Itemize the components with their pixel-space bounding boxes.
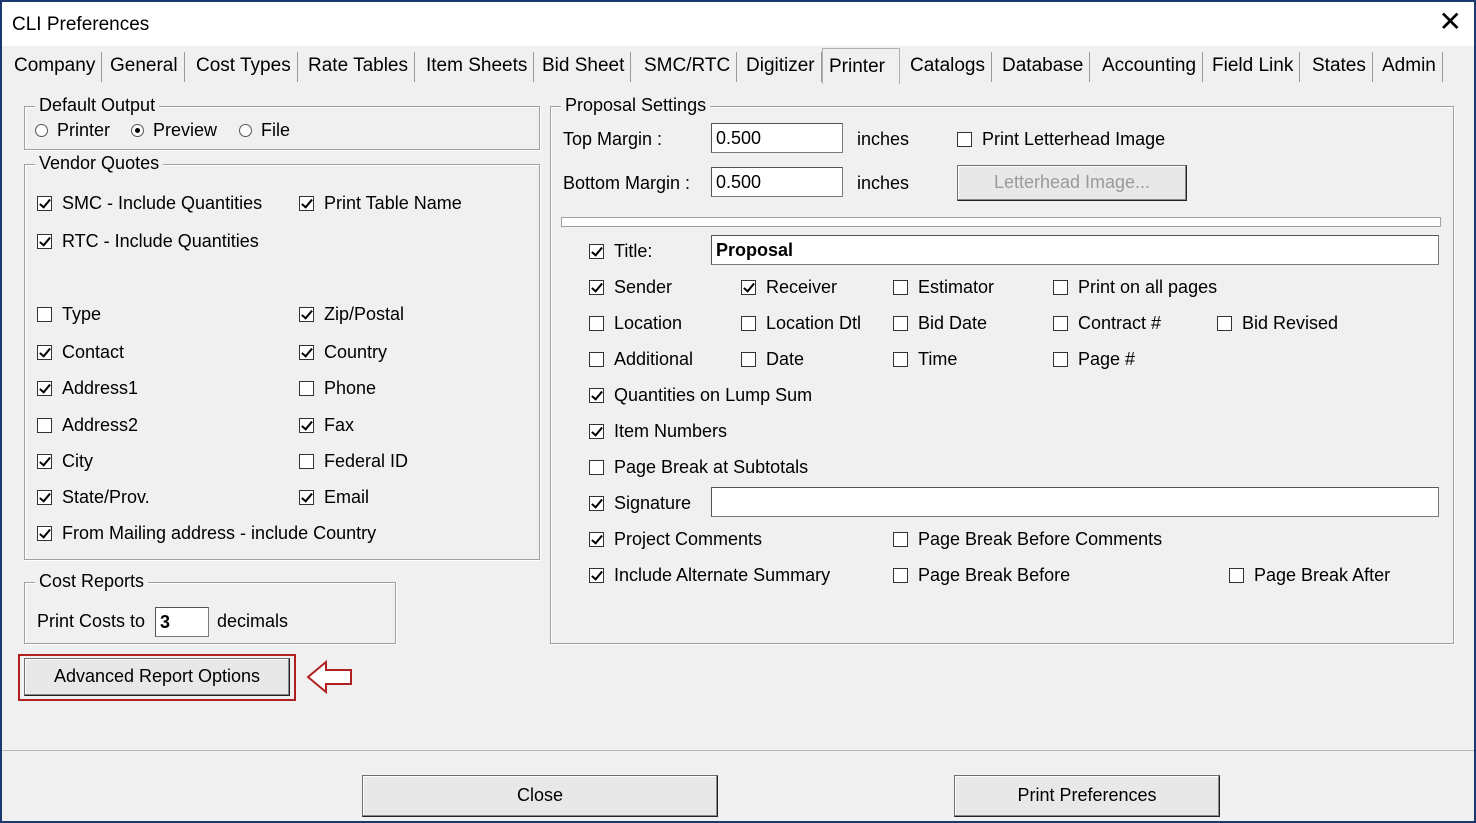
- letterhead-image-button[interactable]: Letterhead Image...: [957, 165, 1187, 201]
- tab-accounting[interactable]: Accounting: [1096, 52, 1204, 82]
- email-checkbox[interactable]: Email: [299, 486, 369, 508]
- tab-cost-types[interactable]: Cost Types: [190, 52, 298, 82]
- state-prov-checkbox[interactable]: State/Prov.: [37, 486, 150, 508]
- tab-bid-sheet[interactable]: Bid Sheet: [536, 52, 632, 82]
- bottom-margin-input[interactable]: 0.500: [711, 167, 843, 197]
- country-checkbox[interactable]: Country: [299, 341, 387, 363]
- tab-company[interactable]: Company: [8, 52, 103, 82]
- radio-printer[interactable]: Printer: [35, 119, 110, 141]
- sender-checkbox[interactable]: Sender: [589, 276, 672, 298]
- bid-date-checkbox[interactable]: Bid Date: [893, 312, 987, 334]
- tab-database[interactable]: Database: [996, 52, 1091, 82]
- cost-reports-legend: Cost Reports: [35, 571, 149, 592]
- radio-file-dot: [239, 124, 252, 137]
- address1-checkbox[interactable]: Address1: [37, 377, 138, 399]
- page-break-before-checkbox[interactable]: Page Break Before: [893, 564, 1070, 586]
- additional-checkbox[interactable]: Additional: [589, 348, 693, 370]
- print-on-all-pages-checkbox[interactable]: Print on all pages: [1053, 276, 1217, 298]
- tab-rate-tables[interactable]: Rate Tables: [302, 52, 415, 82]
- bottom-margin-unit: inches: [857, 173, 910, 193]
- print-costs-label: Print Costs to: [37, 611, 146, 631]
- decimals-input[interactable]: 3: [155, 607, 209, 637]
- receiver-checkbox[interactable]: Receiver: [741, 276, 837, 298]
- decimals-label: decimals: [217, 611, 289, 631]
- separator: [561, 217, 1441, 227]
- top-margin-unit: inches: [857, 129, 910, 149]
- date-checkbox[interactable]: Date: [741, 348, 804, 370]
- top-margin-label: Top Margin :: [563, 129, 663, 149]
- proposal-settings-group: Proposal Settings Top Margin : 0.500 inc…: [550, 95, 1454, 644]
- address2-checkbox[interactable]: Address2: [37, 414, 138, 436]
- project-comments-checkbox[interactable]: Project Comments: [589, 528, 762, 550]
- tab-smc-rtc[interactable]: SMC/RTC: [638, 52, 738, 82]
- top-margin-input[interactable]: 0.500: [711, 123, 843, 153]
- federal-id-checkbox[interactable]: Federal ID: [299, 450, 408, 472]
- vendor-quotes-group: Vendor Quotes SMC - Include Quantities P…: [24, 153, 540, 560]
- default-output-legend: Default Output: [35, 95, 160, 116]
- arrow-left-icon: [306, 659, 352, 695]
- tab-strip: Company General Cost Types Rate Tables I…: [2, 48, 1474, 84]
- title-checkbox[interactable]: Title:: [589, 240, 652, 262]
- default-output-group: Default Output Printer Preview File: [24, 95, 540, 150]
- radio-file[interactable]: File: [239, 119, 290, 141]
- contact-checkbox[interactable]: Contact: [37, 341, 124, 363]
- rtc-include-quantities-checkbox[interactable]: RTC - Include Quantities: [37, 230, 259, 252]
- tab-states[interactable]: States: [1306, 52, 1373, 82]
- phone-checkbox[interactable]: Phone: [299, 377, 376, 399]
- proposal-settings-legend: Proposal Settings: [561, 95, 711, 116]
- signature-checkbox[interactable]: Signature: [589, 492, 691, 514]
- time-checkbox[interactable]: Time: [893, 348, 957, 370]
- include-alternate-summary-checkbox[interactable]: Include Alternate Summary: [589, 564, 830, 586]
- footer-bar: Close Print Preferences: [2, 750, 1474, 822]
- tab-field-link[interactable]: Field Link: [1206, 52, 1301, 82]
- print-letterhead-checkbox[interactable]: Print Letterhead Image: [957, 128, 1165, 150]
- page-break-after-checkbox[interactable]: Page Break After: [1229, 564, 1390, 586]
- city-checkbox[interactable]: City: [37, 450, 93, 472]
- close-icon[interactable]: ✕: [1439, 8, 1462, 36]
- bid-revised-checkbox[interactable]: Bid Revised: [1217, 312, 1338, 334]
- bottom-margin-label: Bottom Margin :: [563, 173, 691, 193]
- zip-postal-checkbox[interactable]: Zip/Postal: [299, 303, 404, 325]
- fax-checkbox[interactable]: Fax: [299, 414, 354, 436]
- page-number-checkbox[interactable]: Page #: [1053, 348, 1135, 370]
- close-button[interactable]: Close: [362, 775, 718, 817]
- quantities-lump-sum-checkbox[interactable]: Quantities on Lump Sum: [589, 384, 812, 406]
- location-dtl-checkbox[interactable]: Location Dtl: [741, 312, 861, 334]
- estimator-checkbox[interactable]: Estimator: [893, 276, 994, 298]
- print-preferences-button[interactable]: Print Preferences: [954, 775, 1220, 817]
- advanced-report-options-button[interactable]: Advanced Report Options: [24, 658, 290, 696]
- tab-general[interactable]: General: [104, 52, 185, 82]
- radio-printer-dot: [35, 124, 48, 137]
- page-break-subtotals-checkbox[interactable]: Page Break at Subtotals: [589, 456, 808, 478]
- tab-item-sheets[interactable]: Item Sheets: [420, 52, 535, 82]
- signature-input[interactable]: [711, 487, 1439, 517]
- title-bar: CLI Preferences ✕: [2, 2, 1474, 46]
- type-checkbox[interactable]: Type: [37, 303, 101, 325]
- window-title: CLI Preferences: [12, 14, 150, 35]
- contract-number-checkbox[interactable]: Contract #: [1053, 312, 1161, 334]
- title-input[interactable]: Proposal: [711, 235, 1439, 265]
- tab-digitizer[interactable]: Digitizer: [740, 52, 822, 82]
- vendor-quotes-legend: Vendor Quotes: [35, 153, 164, 174]
- preferences-window: CLI Preferences ✕ Company General Cost T…: [0, 0, 1476, 823]
- radio-preview-dot: [131, 124, 144, 137]
- item-numbers-checkbox[interactable]: Item Numbers: [589, 420, 727, 442]
- page-break-before-comments-checkbox[interactable]: Page Break Before Comments: [893, 528, 1162, 550]
- tab-catalogs[interactable]: Catalogs: [904, 52, 992, 82]
- print-table-name-checkbox[interactable]: Print Table Name: [299, 192, 462, 214]
- tab-printer[interactable]: Printer: [822, 48, 900, 84]
- tab-admin[interactable]: Admin: [1376, 52, 1443, 82]
- from-mailing-address-checkbox[interactable]: From Mailing address - include Country: [37, 522, 376, 544]
- location-checkbox[interactable]: Location: [589, 312, 682, 334]
- radio-preview[interactable]: Preview: [131, 119, 217, 141]
- smc-include-quantities-checkbox[interactable]: SMC - Include Quantities: [37, 192, 262, 214]
- cost-reports-group: Cost Reports Print Costs to 3 decimals: [24, 571, 396, 644]
